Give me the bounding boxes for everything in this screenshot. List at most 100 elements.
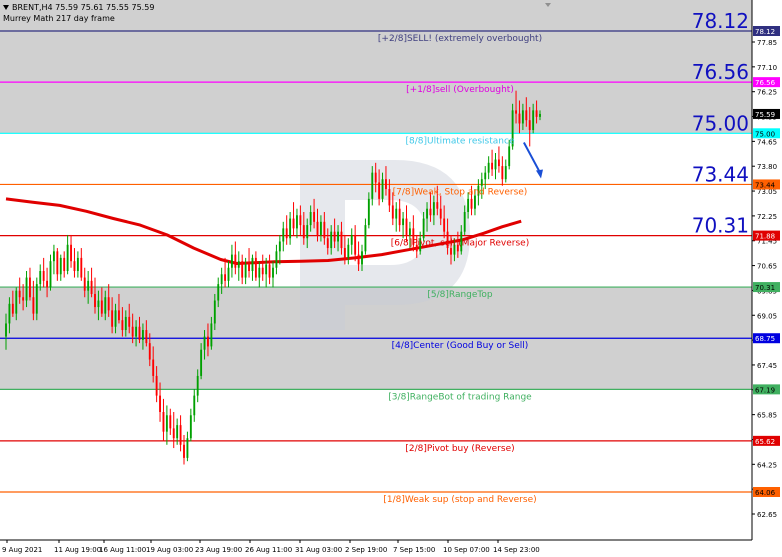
- big-level-label: 75.00: [692, 111, 749, 135]
- y-tick-label: 64.25: [757, 461, 777, 469]
- candle-body: [258, 267, 261, 278]
- candle-body: [467, 198, 470, 212]
- candle-body: [501, 166, 504, 180]
- candle-body: [114, 310, 117, 327]
- murrey-level-label: [+1/8]sell (Overbought): [406, 85, 514, 95]
- candle-body: [59, 257, 62, 275]
- candle-body: [18, 290, 21, 298]
- candle-body: [374, 172, 377, 183]
- candle-body: [429, 208, 432, 216]
- candle-body: [49, 261, 52, 288]
- big-level-label: 70.31: [692, 214, 749, 238]
- x-tick-label: 2 Sep 19:00: [345, 546, 387, 554]
- candle-body: [313, 211, 316, 222]
- candle-body: [450, 248, 452, 255]
- candle-body: [487, 162, 490, 173]
- candle-body: [405, 218, 408, 235]
- indicator-name: Murrey Math 217 day frame: [3, 14, 115, 23]
- murrey-level-label: [6/8]Pivot, sell (Major Reverse): [391, 239, 529, 249]
- candle-body: [141, 330, 144, 340]
- collapse-triangle-icon[interactable]: [3, 5, 9, 10]
- candle-body: [128, 316, 131, 327]
- candle-body: [138, 326, 141, 340]
- candle-body: [97, 300, 100, 308]
- level-price-tag-text: 76.56: [755, 79, 776, 87]
- candle-body: [491, 162, 494, 170]
- candle-body: [224, 274, 227, 281]
- candle-body: [39, 271, 42, 285]
- murrey-level-label: [5/8]RangeTop: [427, 290, 493, 300]
- candle-body: [80, 257, 83, 278]
- level-price-tag-text: 68.75: [755, 335, 775, 343]
- candle-body: [422, 218, 425, 239]
- candle-body: [402, 218, 405, 226]
- candle-body: [162, 411, 165, 432]
- candle-body: [480, 179, 483, 186]
- big-level-label: 76.56: [692, 60, 749, 84]
- candle-body: [169, 415, 172, 429]
- candle-body: [350, 234, 353, 245]
- y-tick-label: 67.45: [757, 362, 777, 370]
- candle-body: [196, 375, 199, 396]
- level-price-tag-text: 70.31: [755, 284, 775, 292]
- candle-body: [439, 208, 442, 219]
- candle-body: [426, 208, 428, 219]
- candle-body: [66, 244, 69, 272]
- y-tick-label: 69.05: [757, 312, 777, 320]
- candle-body: [207, 336, 209, 347]
- candle-body: [220, 274, 223, 285]
- candle-body: [56, 251, 59, 275]
- murrey-level-label: [+2/8]SELL! (extremely overbought): [378, 34, 542, 44]
- candle-body: [179, 425, 182, 445]
- candle-body: [340, 231, 343, 249]
- level-price-tag-text: 73.44: [755, 181, 776, 189]
- candle-body: [11, 303, 14, 314]
- candle-body: [521, 110, 524, 124]
- price-chart: [+2/8]SELL! (extremely overbought) [+1/8]…: [0, 0, 780, 554]
- candle-body: [532, 110, 535, 131]
- x-tick-label: 19 Aug 03:00: [146, 546, 193, 554]
- candle-body: [408, 228, 411, 235]
- candle-body: [272, 267, 274, 278]
- candle-body: [432, 202, 435, 216]
- x-tick-label: 26 Aug 11:00: [245, 546, 292, 554]
- y-tick-label: 70.65: [757, 263, 777, 271]
- candle-body: [398, 208, 401, 226]
- candle-body: [381, 179, 384, 199]
- candle-body: [296, 215, 298, 229]
- candle-body: [5, 323, 7, 337]
- candle-body: [302, 225, 305, 239]
- candle-body: [237, 261, 240, 268]
- murrey-level-label: [4/8]Center (Good Buy or Sell): [392, 341, 529, 351]
- candle-body: [323, 221, 326, 239]
- candle-body: [357, 254, 360, 265]
- candle-body: [248, 264, 250, 272]
- candle-body: [494, 159, 497, 170]
- murrey-level-label: [8/8]Ultimate resistance: [406, 136, 515, 146]
- symbol-quote-text: BRENT,H4 75.59 75.61 75.55 75.59: [12, 3, 155, 12]
- candle-body: [70, 244, 72, 262]
- candle-body: [189, 415, 192, 439]
- candle-body: [172, 428, 175, 439]
- candle-body: [63, 257, 66, 272]
- candle-body: [29, 277, 31, 298]
- candle-body: [504, 166, 507, 180]
- candle-body: [87, 280, 90, 291]
- candle-body: [200, 349, 203, 376]
- candle-body: [155, 375, 158, 396]
- candle-body: [330, 231, 333, 249]
- candle-body: [261, 267, 264, 275]
- candle-body: [275, 251, 278, 268]
- candle-body: [463, 211, 466, 232]
- candle-body: [46, 280, 49, 288]
- candle-body: [378, 182, 381, 199]
- candle-body: [395, 208, 398, 219]
- x-tick-label: 14 Sep 23:00: [493, 546, 540, 554]
- x-tick-label: 10 Sep 07:00: [443, 546, 490, 554]
- candle-body: [535, 110, 538, 117]
- candle-body: [121, 320, 124, 331]
- candle-body: [470, 198, 473, 209]
- candle-body: [217, 284, 220, 301]
- candle-body: [73, 261, 76, 272]
- candle-body: [292, 218, 295, 229]
